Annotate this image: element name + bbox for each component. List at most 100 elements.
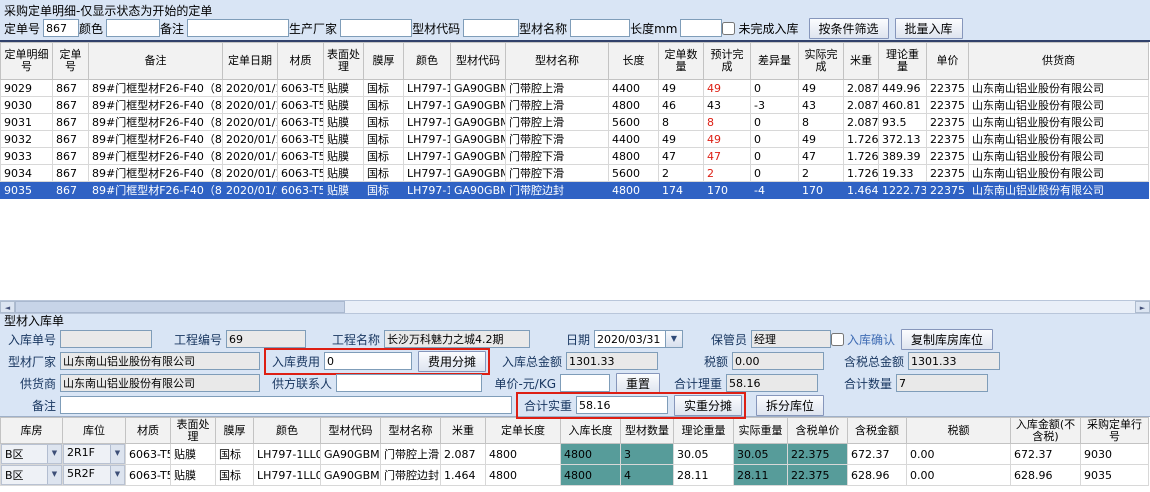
profile-name-input[interactable] (570, 19, 630, 37)
order-table-row[interactable]: 903586789#门框型材F26-F40（866+867）2020/01/13… (1, 182, 1149, 199)
batch-inbound-button[interactable]: 批量入库 (895, 18, 963, 39)
order-cell[interactable]: 89#门框型材F26-F40（866+867） (89, 165, 223, 182)
order-cell[interactable]: 22375 (927, 165, 969, 182)
order-cell[interactable]: 贴膜 (324, 131, 364, 148)
order-cell[interactable]: 国标 (364, 114, 404, 131)
warehouse-column-header[interactable]: 型材名称 (381, 418, 441, 444)
warehouse-cell[interactable]: 628.96 (848, 465, 907, 486)
order-cell[interactable]: 6063-T5 (278, 97, 324, 114)
order-cell[interactable]: -3 (751, 97, 799, 114)
warehouse-column-header[interactable]: 库位 (63, 418, 126, 444)
warehouse-column-header[interactable]: 颜色 (254, 418, 321, 444)
scroll-right-arrow-icon[interactable]: ► (1135, 301, 1150, 313)
warehouse-table-row[interactable]: B区▼5R2F▼6063-T5贴膜国标LH797-1LL0GA90GBM05门带… (1, 465, 1149, 486)
order-column-header[interactable]: 差异量 (751, 43, 799, 80)
warehouse-cell[interactable]: 628.96 (1011, 465, 1081, 486)
order-column-header[interactable]: 膜厚 (364, 43, 404, 80)
warehouse-cell[interactable]: LH797-1LL0 (254, 444, 321, 465)
warehouse-cell[interactable]: 22.375 (788, 444, 848, 465)
order-cell[interactable]: 山东南山铝业股份有限公司 (969, 131, 1149, 148)
project-name-input[interactable] (384, 330, 530, 348)
warehouse-cell[interactable]: 国标 (216, 465, 254, 486)
order-cell[interactable]: 22375 (927, 114, 969, 131)
order-cell[interactable]: 867 (53, 131, 89, 148)
warehouse-cell[interactable]: 4800 (561, 444, 621, 465)
order-cell[interactable]: 9032 (1, 131, 53, 148)
order-cell[interactable]: 449.96 (879, 80, 927, 97)
order-cell[interactable]: 门带腔上滑 (506, 97, 609, 114)
order-cell[interactable]: GA90GBM04 (451, 131, 506, 148)
warehouse-cell[interactable]: 门带腔上滑 (381, 444, 441, 465)
horizontal-scrollbar[interactable]: ◄ ► (0, 300, 1150, 314)
order-cell[interactable]: 389.39 (879, 148, 927, 165)
actual-share-button[interactable]: 实重分摊 (674, 395, 742, 416)
profile-code-input[interactable] (463, 19, 519, 37)
order-cell[interactable]: 1.726 (844, 165, 879, 182)
color-input[interactable] (106, 19, 160, 37)
order-cell[interactable]: 门带腔下滑 (506, 165, 609, 182)
order-cell[interactable]: -4 (751, 182, 799, 199)
warehouse-cell[interactable]: GA90GBM03 (321, 444, 381, 465)
order-column-header[interactable]: 定单明细号 (1, 43, 53, 80)
order-cell[interactable]: 2 (704, 165, 751, 182)
warehouse-select[interactable]: B区 (2, 466, 47, 484)
warehouse-column-header[interactable]: 税额 (907, 418, 1011, 444)
order-cell[interactable]: 2 (659, 165, 704, 182)
order-cell[interactable]: 贴膜 (324, 97, 364, 114)
order-cell[interactable]: 89#门框型材F26-F40（866+867） (89, 97, 223, 114)
warehouse-cell[interactable]: 6063-T5 (126, 465, 171, 486)
warehouse-cell[interactable]: 4800 (486, 465, 561, 486)
warehouse-cell[interactable]: B区▼ (1, 444, 63, 465)
order-cell[interactable]: GA90GBM03 (451, 114, 506, 131)
order-cell[interactable]: 山东南山铝业股份有限公司 (969, 148, 1149, 165)
order-cell[interactable]: LH797-1LL0 (404, 114, 451, 131)
manufacturer-input[interactable] (340, 19, 412, 37)
order-table-row[interactable]: 903486789#门框型材F26-F40（866+867）2020/01/13… (1, 165, 1149, 182)
scroll-left-arrow-icon[interactable]: ◄ (0, 301, 15, 313)
warehouse-cell[interactable]: 9030 (1081, 444, 1149, 465)
order-cell[interactable]: 867 (53, 148, 89, 165)
warehouse-cell[interactable]: 5R2F▼ (63, 465, 126, 486)
order-cell[interactable]: 门带腔上滑 (506, 80, 609, 97)
order-cell[interactable]: 43 (799, 97, 844, 114)
warehouse-cell[interactable]: 28.11 (674, 465, 734, 486)
order-cell[interactable]: 8 (799, 114, 844, 131)
order-cell[interactable]: 9030 (1, 97, 53, 114)
order-cell[interactable]: 47 (704, 148, 751, 165)
order-cell[interactable]: 6063-T5 (278, 148, 324, 165)
warehouse-column-header[interactable]: 含税单价 (788, 418, 848, 444)
order-cell[interactable]: 89#门框型材F26-F40（866+867） (89, 80, 223, 97)
inbound-confirm-checkbox[interactable] (831, 333, 844, 346)
order-cell[interactable]: 国标 (364, 148, 404, 165)
scrollbar-track[interactable] (345, 301, 1135, 313)
order-cell[interactable]: 6063-T5 (278, 114, 324, 131)
order-table-row[interactable]: 903386789#门框型材F26-F40（866+867）2020/01/13… (1, 148, 1149, 165)
order-cell[interactable]: 867 (53, 114, 89, 131)
order-cell[interactable]: 2020/01/13 (223, 97, 278, 114)
order-cell[interactable]: 49 (659, 80, 704, 97)
order-cell[interactable]: 2020/01/13 (223, 114, 278, 131)
order-column-header[interactable]: 型材代码 (451, 43, 506, 80)
order-cell[interactable]: 93.5 (879, 114, 927, 131)
warehouse-cell[interactable]: 贴膜 (171, 444, 216, 465)
dropdown-arrow-icon[interactable]: ▼ (47, 445, 61, 463)
order-cell[interactable]: 8 (659, 114, 704, 131)
order-cell[interactable]: 门带腔下滑 (506, 131, 609, 148)
warehouse-column-header[interactable]: 库房 (1, 418, 63, 444)
order-cell[interactable]: 170 (704, 182, 751, 199)
dropdown-arrow-icon[interactable]: ▼ (110, 466, 124, 484)
warehouse-cell[interactable]: 0.00 (907, 444, 1011, 465)
warehouse-cell[interactable]: 30.05 (674, 444, 734, 465)
order-cell[interactable]: 89#门框型材F26-F40（866+867） (89, 131, 223, 148)
order-cell[interactable]: 1222.73 (879, 182, 927, 199)
order-cell[interactable]: 山东南山铝业股份有限公司 (969, 97, 1149, 114)
receipt-no-input[interactable] (60, 330, 152, 348)
order-cell[interactable]: 867 (53, 182, 89, 199)
warehouse-column-header[interactable]: 含税金额 (848, 418, 907, 444)
order-cell[interactable]: 22375 (927, 148, 969, 165)
order-cell[interactable]: 22375 (927, 97, 969, 114)
order-cell[interactable]: 22375 (927, 182, 969, 199)
warehouse-column-header[interactable]: 型材数量 (621, 418, 674, 444)
order-cell[interactable]: 49 (704, 131, 751, 148)
warehouse-cell[interactable]: 672.37 (1011, 444, 1081, 465)
